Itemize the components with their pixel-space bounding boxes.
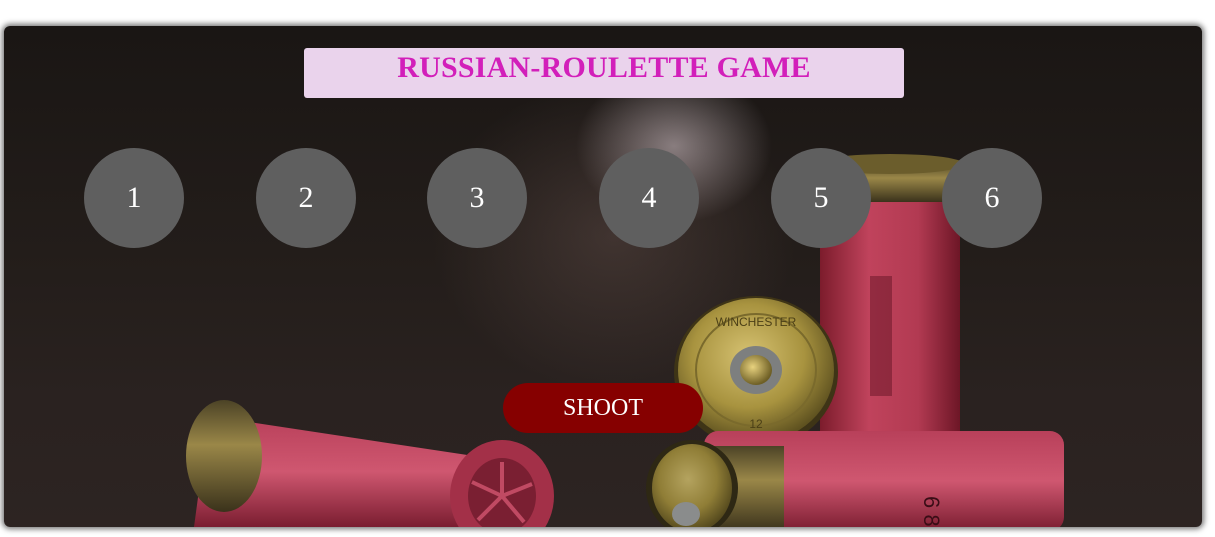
shotgun-shells-background: WINCHESTER 12 6 819 (186, 154, 1064, 527)
headstamp-gauge: 12 (749, 417, 763, 431)
shoot-button[interactable]: SHOOT (503, 383, 703, 433)
chamber-3-button[interactable]: 3 (427, 148, 527, 248)
lying-shell-left (186, 400, 554, 527)
chamber-2-button[interactable]: 2 (256, 148, 356, 248)
chamber-1-button[interactable]: 1 (84, 148, 184, 248)
chamber-5-button[interactable]: 5 (771, 148, 871, 248)
headstamp-shell: WINCHESTER 12 (674, 296, 838, 448)
chamber-4-button[interactable]: 4 (599, 148, 699, 248)
chamber-6-button[interactable]: 6 (942, 148, 1042, 248)
lying-shell-right: 6 819 (646, 431, 1064, 527)
title-banner: RUSSIAN-ROULETTE GAME (304, 48, 904, 98)
headstamp-text: WINCHESTER (716, 315, 797, 329)
game-panel: WINCHESTER 12 6 819 RUSSIAN-ROULETTE GAM… (4, 26, 1202, 527)
page-title: RUSSIAN-ROULETTE GAME (397, 51, 811, 84)
svg-text:6 819: 6 819 (919, 496, 944, 527)
